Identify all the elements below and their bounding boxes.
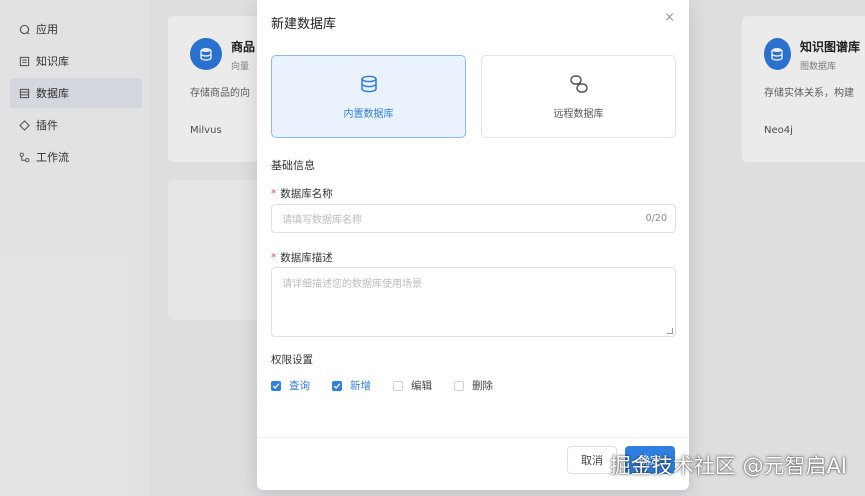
type-label: 远程数据库 bbox=[553, 109, 604, 120]
perm-add-checkbox[interactable]: 新增 bbox=[332, 378, 371, 393]
desc-textarea[interactable]: 请详细描述您的数据库使用场景 bbox=[271, 267, 676, 337]
resize-handle[interactable] bbox=[667, 328, 673, 334]
name-label: * 数据库名称 bbox=[271, 188, 333, 200]
required-mark: * bbox=[271, 188, 277, 200]
link-icon bbox=[568, 73, 590, 95]
modal-title: 新建数据库 bbox=[271, 17, 337, 32]
type-remote-database[interactable]: 远程数据库 bbox=[481, 55, 676, 138]
database-icon bbox=[359, 73, 379, 95]
perm-label: 查询 bbox=[289, 380, 310, 392]
close-icon[interactable]: × bbox=[664, 10, 675, 25]
checkbox-empty bbox=[454, 380, 464, 391]
permission-title: 权限设置 bbox=[271, 354, 313, 366]
perm-edit-checkbox[interactable]: 编辑 bbox=[393, 378, 432, 393]
perm-label: 删除 bbox=[472, 380, 493, 392]
name-input[interactable]: 请填写数据库名称 0/20 bbox=[271, 204, 676, 233]
type-builtin-database[interactable]: 内置数据库 bbox=[271, 55, 466, 138]
check-icon bbox=[332, 380, 342, 391]
char-count: 0/20 bbox=[645, 213, 667, 224]
desc-label: * 数据库描述 bbox=[271, 252, 333, 264]
perm-label: 新增 bbox=[350, 380, 371, 392]
required-mark: * bbox=[271, 252, 277, 264]
desc-placeholder: 请详细描述您的数据库使用场景 bbox=[282, 279, 422, 290]
type-label: 内置数据库 bbox=[343, 109, 394, 120]
name-placeholder: 请填写数据库名称 bbox=[282, 215, 362, 226]
section-basic-info: 基础信息 bbox=[271, 159, 315, 172]
footer-divider bbox=[257, 437, 689, 438]
perm-delete-checkbox[interactable]: 删除 bbox=[454, 378, 493, 393]
create-database-modal: 新建数据库 × 内置数据库 远程数据库 基础信息 * 数据库名称 请填写数据库名称… bbox=[257, 0, 689, 490]
perm-query-checkbox[interactable]: 查询 bbox=[271, 378, 310, 393]
check-icon bbox=[271, 380, 281, 391]
checkbox-empty bbox=[393, 380, 403, 391]
watermark: 掘金技术社区 @元智启AI bbox=[609, 454, 847, 478]
perm-label: 编辑 bbox=[411, 380, 432, 392]
permission-options: 查询 新增 编辑 删除 bbox=[271, 378, 515, 393]
